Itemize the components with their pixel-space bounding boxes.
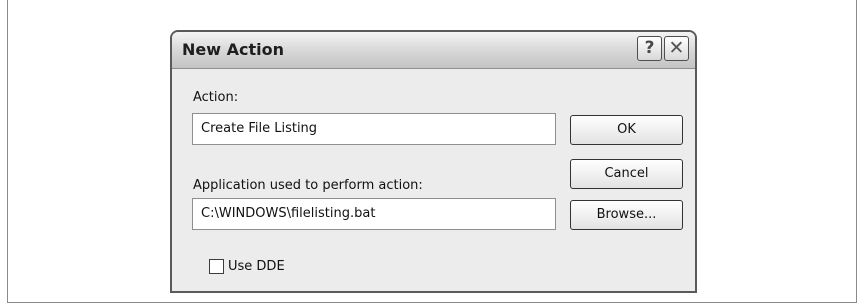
new-action-dialog: New Action ? ✕ Action: Create File Listi… (170, 30, 697, 293)
title-bar: New Action ? ✕ (172, 32, 695, 69)
close-icon: ✕ (668, 37, 685, 59)
dialog-title: New Action (182, 40, 284, 59)
application-label: Application used to perform action: (193, 178, 423, 193)
close-button[interactable]: ✕ (664, 36, 689, 61)
browse-button[interactable]: Browse... (570, 200, 683, 230)
help-icon: ? (644, 38, 655, 58)
application-input[interactable]: C:\WINDOWS\filelisting.bat (192, 198, 556, 230)
ok-button[interactable]: OK (570, 115, 683, 145)
action-label: Action: (193, 90, 239, 105)
use-dde-label[interactable]: Use DDE (228, 259, 285, 274)
help-button[interactable]: ? (637, 36, 662, 61)
use-dde-checkbox[interactable] (209, 259, 224, 274)
action-input[interactable]: Create File Listing (192, 113, 556, 145)
cancel-button[interactable]: Cancel (570, 159, 683, 189)
